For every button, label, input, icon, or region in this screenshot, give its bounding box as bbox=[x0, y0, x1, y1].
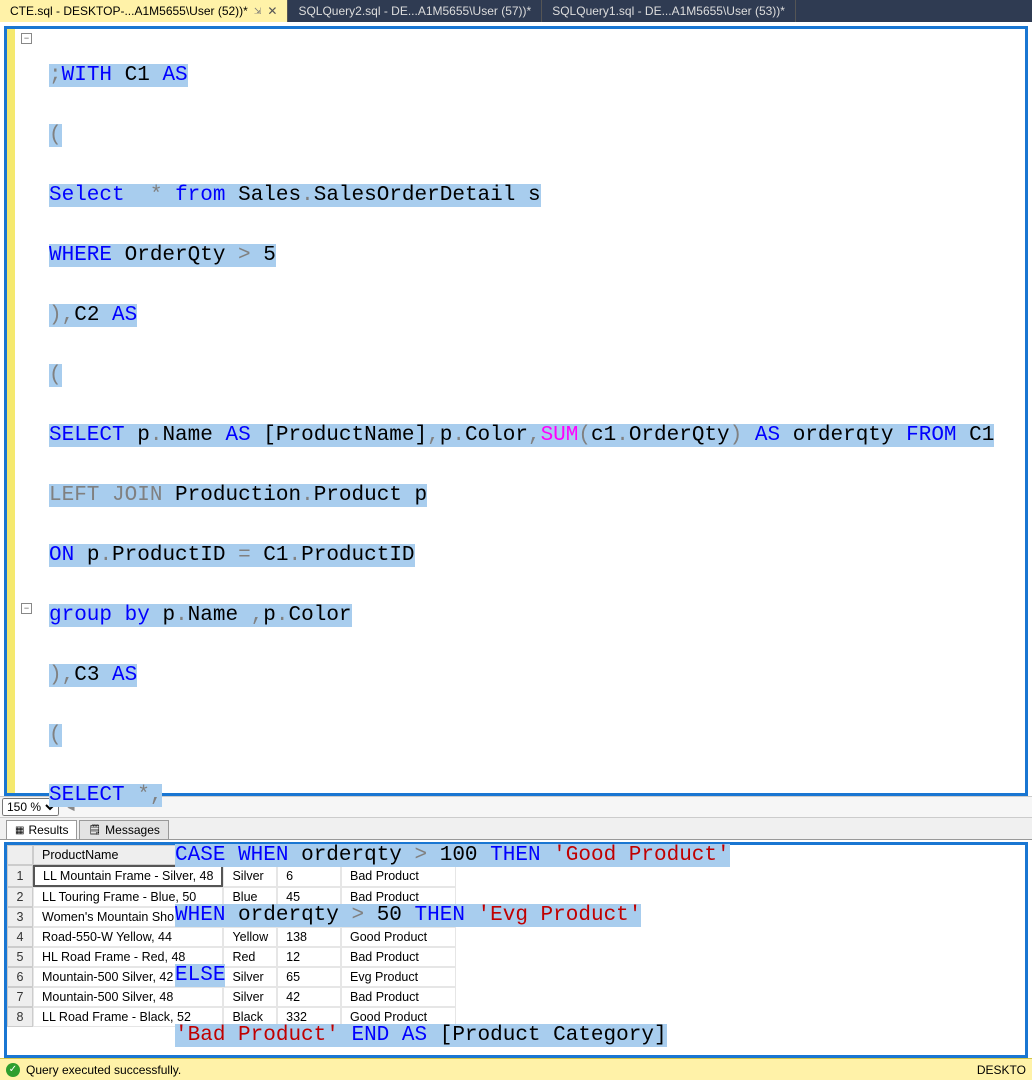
tab-label: CTE.sql - DESKTOP-...A1M5655\User (52))* bbox=[10, 4, 248, 18]
tab-cte-sql[interactable]: CTE.sql - DESKTOP-...A1M5655\User (52))*… bbox=[0, 0, 288, 22]
tab-label: SQLQuery2.sql - DE...A1M5655\User (57))* bbox=[298, 4, 531, 18]
pin-icon[interactable]: ⇲ bbox=[254, 6, 262, 17]
document-tabbar: CTE.sql - DESKTOP-...A1M5655\User (52))*… bbox=[0, 0, 1032, 22]
grid-icon: ▦ bbox=[15, 825, 24, 836]
code-content[interactable]: ;WITH C1 AS ( Select * from Sales.SalesO… bbox=[49, 31, 1019, 1080]
tab-sqlquery1[interactable]: SQLQuery1.sql - DE...A1M5655\User (53))* bbox=[542, 0, 796, 22]
tab-label: SQLQuery1.sql - DE...A1M5655\User (53))* bbox=[552, 4, 785, 18]
change-marker bbox=[7, 29, 15, 793]
row-header-corner bbox=[7, 845, 33, 865]
outline-collapse-icon[interactable]: − bbox=[21, 603, 32, 614]
tab-sqlquery2[interactable]: SQLQuery2.sql - DE...A1M5655\User (57))* bbox=[288, 0, 542, 22]
close-icon[interactable]: ✕ bbox=[267, 4, 277, 18]
outline-collapse-icon[interactable]: − bbox=[21, 33, 32, 44]
sql-editor[interactable]: − − ;WITH C1 AS ( Select * from Sales.Sa… bbox=[4, 26, 1028, 796]
success-icon: ✓ bbox=[6, 1063, 20, 1077]
editor-gutter: − − bbox=[7, 29, 49, 793]
